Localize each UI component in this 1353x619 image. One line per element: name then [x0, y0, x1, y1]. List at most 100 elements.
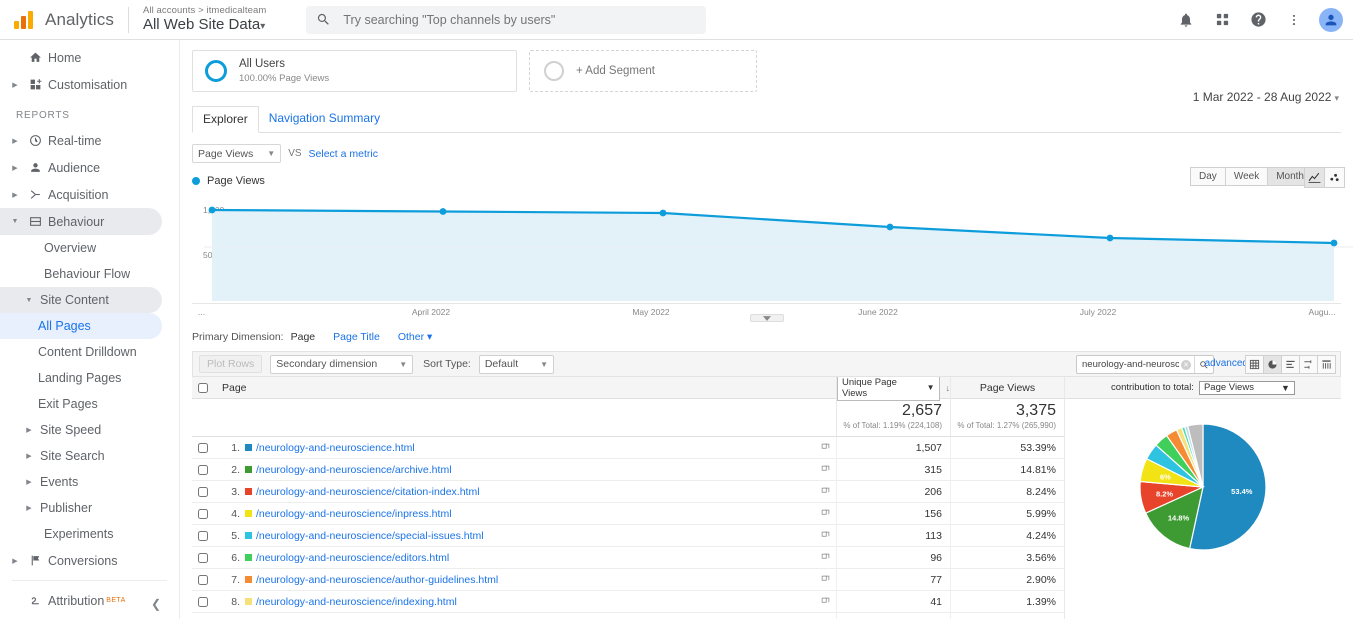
row-checkbox[interactable] [192, 486, 214, 497]
chevron-left-icon[interactable]: ❮ [151, 597, 161, 611]
comparison-view-icon[interactable] [1299, 355, 1318, 374]
chart-resize-handle[interactable] [749, 314, 784, 322]
row-page-link[interactable]: /neurology-and-neuroscience/special-issu… [256, 530, 814, 542]
open-page-icon[interactable] [814, 509, 836, 518]
sidebar-item-behaviour-flow[interactable]: Behaviour Flow [0, 261, 179, 287]
segment-all-users[interactable]: All Users 100.00% Page Views [192, 50, 517, 92]
open-page-icon[interactable] [814, 487, 836, 496]
sidebar-item-events[interactable]: ▶ Events [0, 469, 179, 495]
performance-view-icon[interactable] [1281, 355, 1300, 374]
row-checkbox[interactable] [192, 574, 214, 585]
page-views-line-chart: 1,000 500 [192, 193, 1353, 303]
primary-dimension-other-link[interactable]: Other ▾ [398, 331, 432, 343]
table-row[interactable]: 9./special-issues/advances-in-neurology-… [192, 612, 1064, 619]
row-page-link[interactable]: /neurology-and-neuroscience/indexing.htm… [256, 596, 814, 608]
row-checkbox[interactable] [192, 464, 214, 475]
row-checkbox[interactable] [192, 530, 214, 541]
sidebar-item-publisher[interactable]: ▶ Publisher [0, 495, 179, 521]
row-checkbox[interactable] [192, 508, 214, 519]
open-page-icon[interactable] [814, 465, 836, 474]
clear-icon[interactable]: ✕ [1181, 359, 1191, 370]
table-row[interactable]: 2. /neurology-and-neuroscience/archive.ht… [192, 458, 1064, 481]
x-tick-4: July 2022 [1079, 307, 1117, 317]
table-row[interactable]: 3. /neurology-and-neuroscience/citation-i… [192, 480, 1064, 503]
row-page-views: 53.39% [950, 436, 1064, 459]
select-all-checkbox[interactable] [192, 382, 214, 393]
line-chart-icon[interactable] [1304, 167, 1325, 188]
sidebar-item-home[interactable]: Home [0, 44, 179, 71]
open-page-icon[interactable] [814, 553, 836, 562]
sidebar-item-conversions[interactable]: ▶ Conversions [0, 547, 179, 574]
sidebar-item-experiments[interactable]: Experiments [0, 521, 179, 547]
primary-dimension-page-title-link[interactable]: Page Title [333, 331, 380, 343]
pie-view-icon[interactable] [1263, 355, 1282, 374]
pivot-view-icon[interactable] [1317, 355, 1336, 374]
bell-icon[interactable] [1175, 9, 1197, 31]
table-row[interactable]: 4. /neurology-and-neuroscience/inpress.ht… [192, 502, 1064, 525]
search-input[interactable] [341, 11, 697, 28]
table-row[interactable]: 7. /neurology-and-neuroscience/author-gui… [192, 568, 1064, 591]
column-header-unique-page-views[interactable]: Unique Page Views ▼ ↓ [836, 374, 950, 401]
row-checkbox[interactable] [192, 442, 214, 453]
table-search-box[interactable]: ✕ [1076, 355, 1214, 374]
add-segment-button[interactable]: + Add Segment [529, 50, 757, 92]
open-page-icon[interactable] [814, 575, 836, 584]
sidebar-item-overview[interactable]: Overview [0, 235, 179, 261]
open-page-icon[interactable] [814, 531, 836, 540]
table-view-icon[interactable] [1245, 355, 1264, 374]
sidebar-item-customisation[interactable]: ▶ Customisation [0, 71, 179, 98]
scatter-chart-icon[interactable] [1324, 167, 1345, 188]
sidebar-item-real-time[interactable]: ▶ Real-time [0, 127, 179, 154]
sidebar-item-landing-pages[interactable]: Landing Pages [0, 365, 179, 391]
column-header-page-views[interactable]: Page Views [950, 376, 1064, 399]
metric-dropdown[interactable]: Page Views ▼ [192, 144, 282, 163]
sidebar-item-all-pages[interactable]: All Pages [0, 313, 162, 339]
table-row[interactable]: 8. /neurology-and-neuroscience/indexing.h… [192, 590, 1064, 613]
open-page-icon[interactable] [814, 443, 836, 452]
advanced-link[interactable]: advanced [1205, 358, 1248, 369]
row-page-link[interactable]: /neurology-and-neuroscience.html [256, 442, 814, 454]
search-box[interactable] [306, 5, 707, 34]
unique-page-views-sort-select[interactable]: Unique Page Views ▼ [837, 374, 940, 401]
table-row[interactable]: 1. /neurology-and-neuroscience.html 1,507 5… [192, 436, 1064, 459]
row-page-link[interactable]: /neurology-and-neuroscience/editors.html [256, 552, 814, 564]
sidebar-item-content-drilldown[interactable]: Content Drilldown [0, 339, 179, 365]
row-page-link[interactable]: /neurology-and-neuroscience/archive.html [256, 464, 814, 476]
granularity-day-button[interactable]: Day [1190, 167, 1226, 186]
sidebar-item-site-speed[interactable]: ▶ Site Speed [0, 417, 179, 443]
tab-explorer[interactable]: Explorer [192, 106, 259, 133]
avatar[interactable] [1319, 7, 1343, 32]
account-selector[interactable]: All accounts > itmedicalteam All Web Sit… [143, 5, 266, 34]
sidebar-item-behaviour[interactable]: ▼ Behaviour [0, 208, 162, 235]
tab-navigation-summary[interactable]: Navigation Summary [259, 106, 390, 132]
sidebar-item-audience[interactable]: ▶ Audience [0, 154, 179, 181]
select-a-metric-link[interactable]: Select a metric [309, 148, 378, 160]
row-page-link[interactable]: /neurology-and-neuroscience/author-guide… [256, 574, 814, 586]
sidebar-item-site-search[interactable]: ▶ Site Search [0, 443, 179, 469]
row-page-link[interactable]: /neurology-and-neuroscience/inpress.html [256, 508, 814, 520]
granularity-week-button[interactable]: Week [1224, 167, 1269, 186]
row-checkbox[interactable] [192, 552, 214, 563]
table-row[interactable]: 6. /neurology-and-neuroscience/editors.ht… [192, 546, 1064, 569]
sidebar-item-site-content[interactable]: ▼ Site Content [0, 287, 162, 313]
more-vert-icon[interactable] [1283, 9, 1305, 31]
date-range-picker[interactable]: 1 Mar 2022 - 28 Aug 2022 ▾ [1193, 90, 1339, 104]
sidebar-item-exit-pages[interactable]: Exit Pages [0, 391, 179, 417]
open-page-icon[interactable] [814, 597, 836, 606]
sidebar-item-acquisition[interactable]: ▶ Acquisition [0, 181, 179, 208]
column-header-page: Page [222, 381, 247, 394]
chevron-down-icon: ▼ [926, 383, 935, 392]
sidebar-item-label: Site Content [40, 293, 109, 307]
contribution-metric-select[interactable]: Page Views ▼ [1198, 380, 1295, 395]
table-row[interactable]: 5. /neurology-and-neuroscience/special-is… [192, 524, 1064, 547]
plot-rows-button[interactable]: Plot Rows [199, 355, 263, 373]
sort-type-dropdown[interactable]: Default ▼ [478, 354, 555, 374]
apps-grid-icon[interactable] [1211, 9, 1233, 31]
row-page-link[interactable]: /neurology-and-neuroscience/citation-ind… [256, 486, 814, 498]
sidebar-item-discover[interactable]: Discover [0, 614, 179, 619]
table-body: 1./neurology-and-neuroscience.html 1,507 5… [192, 436, 1064, 619]
help-icon[interactable] [1247, 9, 1269, 31]
row-checkbox[interactable] [192, 596, 214, 607]
secondary-dimension-dropdown[interactable]: Secondary dimension ▼ [270, 354, 414, 374]
table-search-input[interactable] [1077, 358, 1181, 371]
